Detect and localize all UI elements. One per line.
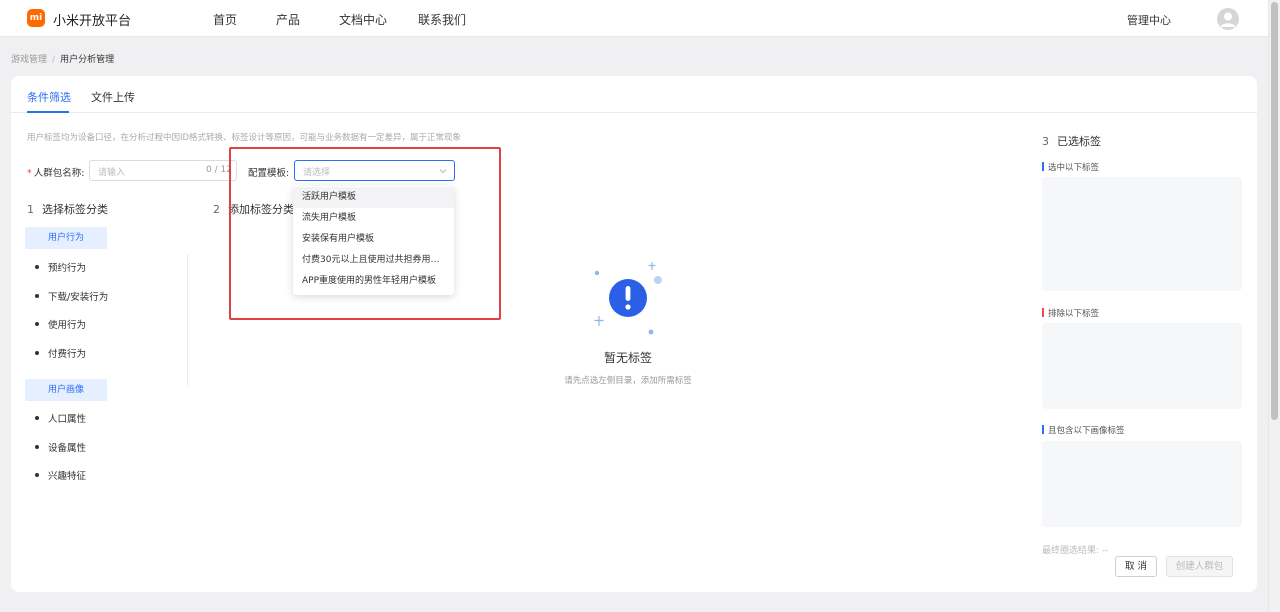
required-mark: * <box>27 168 32 179</box>
breadcrumb-parent[interactable]: 游戏管理 <box>11 55 47 65</box>
category-item[interactable]: 使用行为 <box>35 317 87 331</box>
section-number: 3 <box>1042 135 1049 148</box>
nav-docs[interactable]: 文档中心 <box>339 11 387 28</box>
empty-state-title: 暂无标签 <box>603 351 652 365</box>
category-user-behavior[interactable]: 用户行为 <box>25 227 107 249</box>
category-item-label: 预约行为 <box>48 263 87 274</box>
category-item[interactable]: 兴趣特征 <box>35 468 87 482</box>
mi-logo-icon[interactable]: mi <box>27 9 45 27</box>
audience-name-label-text: 人群包名称: <box>33 168 85 179</box>
category-item-label: 使用行为 <box>48 320 87 331</box>
section-selected-tags: 3 已选标签 <box>1042 133 1101 149</box>
active-tab-indicator <box>27 111 69 113</box>
portrait-tags-box <box>1042 441 1242 527</box>
top-navbar: mi 小米开放平台 首页 产品 文档中心 联系我们 管理中心 <box>0 0 1268 37</box>
nav-products[interactable]: 产品 <box>276 11 300 28</box>
bullet-dot <box>35 473 39 477</box>
breadcrumb-separator: / <box>52 55 56 65</box>
nav-contact[interactable]: 联系我们 <box>418 11 466 28</box>
tab-bar: 条件筛选 文件上传 <box>11 76 1257 113</box>
scrollbar-thumb[interactable] <box>1271 2 1278 420</box>
final-result-text: 最终圈选结果: -- <box>1042 546 1109 556</box>
empty-state-illustration <box>594 262 662 335</box>
column-divider <box>187 254 188 387</box>
section-select-category: 1 选择标签分类 <box>27 201 108 217</box>
category-item[interactable]: 付费行为 <box>35 346 87 360</box>
avatar-icon[interactable] <box>1217 8 1239 30</box>
include-tags-box <box>1042 177 1242 291</box>
bullet-dot <box>35 445 39 449</box>
category-item-label: 付费行为 <box>48 349 87 360</box>
create-audience-button[interactable]: 创建人群包 <box>1166 556 1233 577</box>
audience-name-placeholder: 请输入 <box>98 168 126 178</box>
section-number: 2 <box>213 203 220 216</box>
category-item-label: 设备属性 <box>48 443 87 454</box>
bullet-dot <box>35 322 39 326</box>
page-scrollbar[interactable] <box>1268 0 1280 612</box>
exclude-tags-label: 排除以下标签 <box>1042 307 1099 319</box>
include-tags-label: 选中以下标签 <box>1042 161 1099 173</box>
bullet-dot <box>35 416 39 420</box>
nav-home[interactable]: 首页 <box>213 11 237 28</box>
category-user-portrait[interactable]: 用户画像 <box>25 379 107 401</box>
audience-name-input[interactable]: 请输入 0 / 12 <box>89 160 237 181</box>
audience-name-label: * 人群包名称: <box>27 165 84 179</box>
bullet-dot <box>35 265 39 269</box>
exclude-tags-box <box>1042 323 1242 409</box>
tab-condition-filter[interactable]: 条件筛选 <box>27 89 71 105</box>
category-item[interactable]: 下载/安装行为 <box>35 289 109 303</box>
admin-center-link[interactable]: 管理中心 <box>1127 12 1171 28</box>
portrait-tags-label: 且包含以下画像标签 <box>1042 424 1125 436</box>
category-item[interactable]: 预约行为 <box>35 260 87 274</box>
brand-name[interactable]: 小米开放平台 <box>53 10 131 29</box>
bullet-dot <box>35 351 39 355</box>
hint-text: 用户标签均为设备口径，在分析过程中因ID格式转换、标签设计等原因，可能与业务数据… <box>27 133 462 143</box>
breadcrumb-current: 用户分析管理 <box>60 55 115 65</box>
section-title-text: 选择标签分类 <box>42 203 108 216</box>
cancel-button[interactable]: 取 消 <box>1115 556 1157 577</box>
breadcrumb: 游戏管理 / 用户分析管理 <box>11 52 114 65</box>
section-number: 1 <box>27 203 34 216</box>
category-item[interactable]: 设备属性 <box>35 440 87 454</box>
category-item-label: 兴趣特征 <box>48 471 87 482</box>
section-title-text: 已选标签 <box>1057 135 1101 148</box>
category-item[interactable]: 人口属性 <box>35 411 87 425</box>
annotation-highlight-box <box>229 147 501 320</box>
empty-state-subtitle: 请先点选左侧目录，添加所需标签 <box>564 376 692 386</box>
category-item-label: 下载/安装行为 <box>48 292 109 303</box>
tab-file-upload[interactable]: 文件上传 <box>91 89 135 105</box>
bullet-dot <box>35 294 39 298</box>
main-card: 条件筛选 文件上传 用户标签均为设备口径，在分析过程中因ID格式转换、标签设计等… <box>11 76 1257 592</box>
category-item-label: 人口属性 <box>48 414 87 425</box>
